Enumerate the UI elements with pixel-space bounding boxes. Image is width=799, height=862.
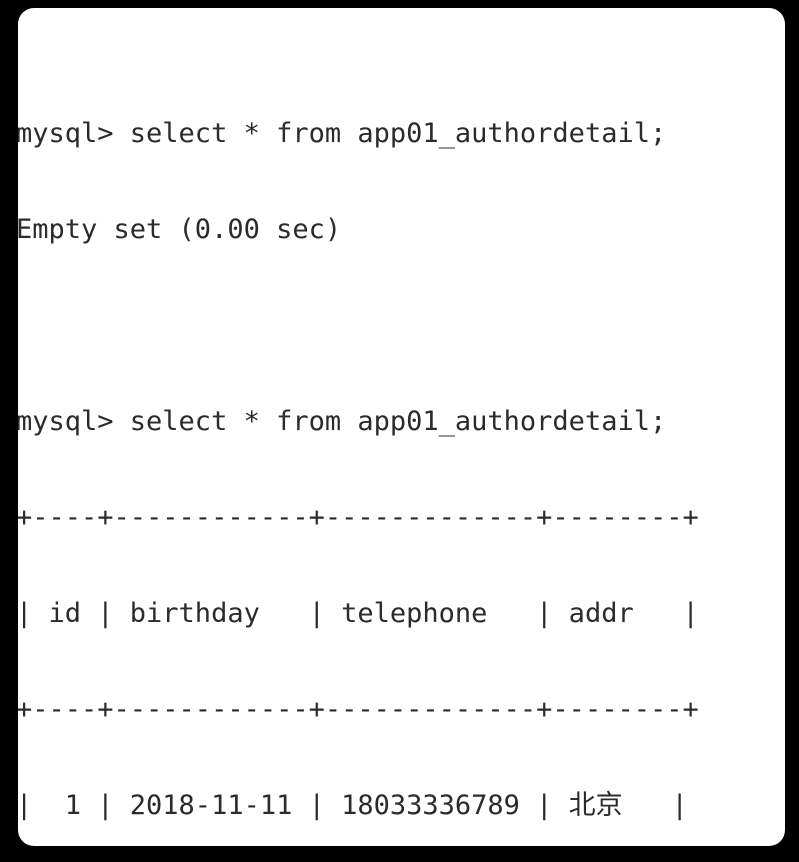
screen: mysql> select * from app01_authordetail;…: [0, 0, 799, 862]
terminal-table-rule: +----+------------+-------------+-------…: [18, 694, 699, 725]
terminal-line: mysql> select * from app01_authordetail;: [18, 118, 667, 149]
terminal-line: Empty set (0.00 sec): [18, 214, 342, 245]
terminal-table-header: | id | birthday | telephone | addr |: [18, 598, 699, 629]
terminal-window[interactable]: mysql> select * from app01_authordetail;…: [18, 8, 785, 846]
terminal-line: mysql> select * from app01_authordetail;: [18, 406, 667, 437]
terminal-output[interactable]: mysql> select * from app01_authordetail;…: [18, 22, 785, 846]
terminal-table-row: | 1 | 2018-11-11 | 18033336789 | 北京 |: [18, 790, 688, 821]
terminal-table-rule: +----+------------+-------------+-------…: [18, 502, 699, 533]
